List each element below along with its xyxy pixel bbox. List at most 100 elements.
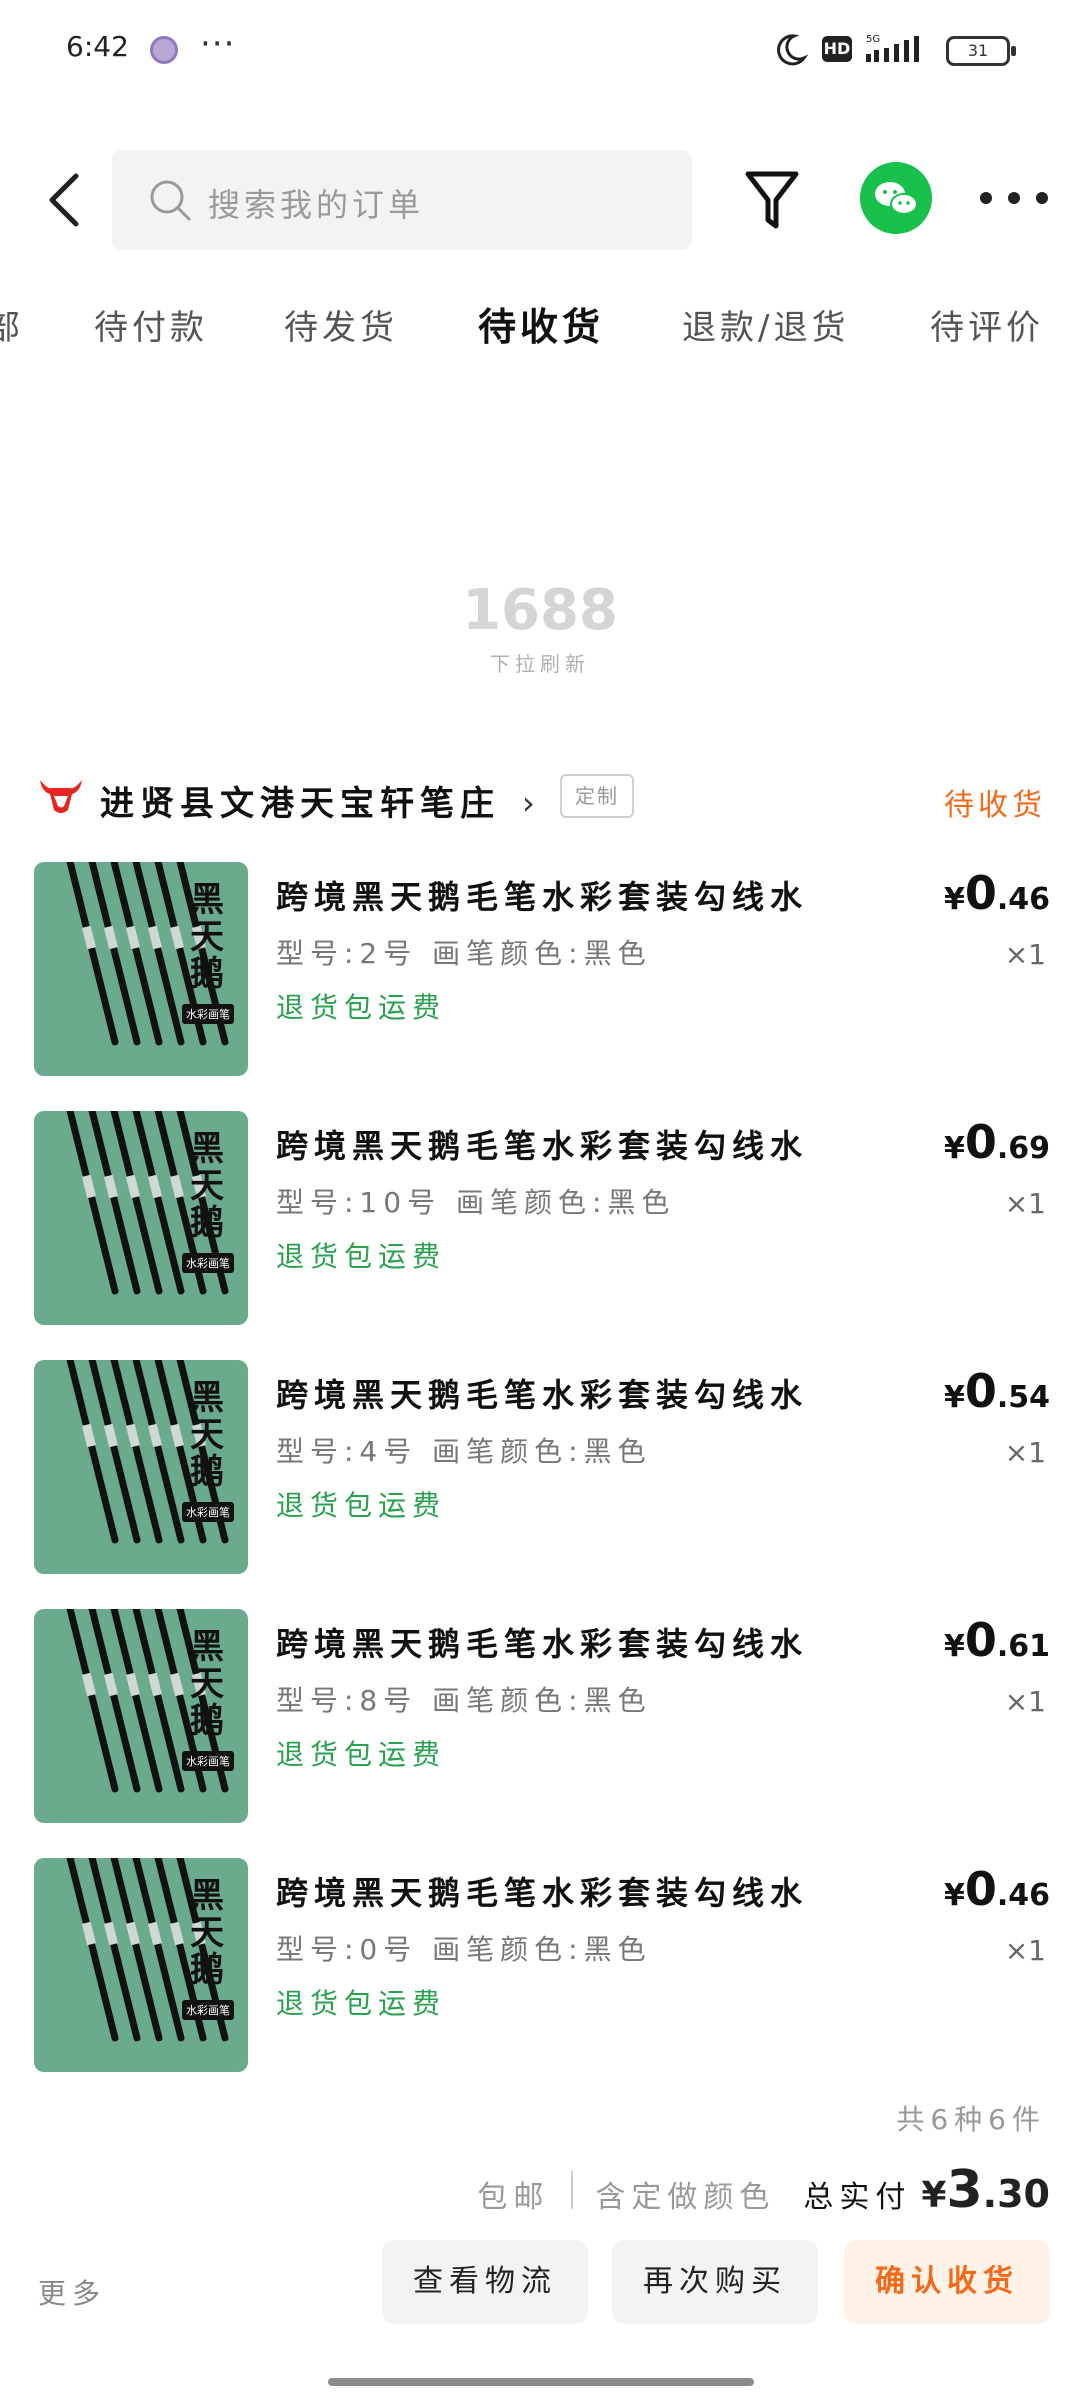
thumbnail-brand: 黑天鹅 — [190, 1627, 224, 1741]
item-count: 共6种6件 — [896, 2103, 1046, 2136]
order-total: 包邮 含定做颜色 总实付 ¥ 3 .30 — [477, 2160, 1050, 2220]
product-quantity: ×1 — [1004, 938, 1046, 971]
price-currency: ¥ — [943, 1131, 965, 1166]
product-row[interactable]: 黑天鹅 水彩画笔 跨境黑天鹅毛笔水彩套装勾线水型号:10号 画笔颜色:黑色 退货包运费… — [0, 1111, 1080, 1331]
product-spec: 型号:8号 画笔颜色:黑色 — [276, 1684, 652, 1717]
return-shipping-badge: 退货包运费 — [276, 1738, 447, 1771]
store-logo-icon — [40, 780, 82, 813]
price-currency: ¥ — [943, 1380, 965, 1415]
product-price: ¥0.61 — [944, 1613, 1050, 1667]
product-price: ¥0.46 — [944, 866, 1050, 920]
total-paid-label: 总实付 — [803, 2180, 912, 2215]
status-more-icon: ··· — [200, 24, 236, 64]
more-link[interactable]: 更多 — [38, 2272, 106, 2312]
thumbnail-brand: 黑天鹅 — [190, 1378, 224, 1492]
tab-refund-return[interactable]: 退款/退货 — [682, 300, 849, 349]
thumbnail-brand: 黑天鹅 — [190, 1129, 224, 1243]
view-logistics-button[interactable]: 查看物流 — [382, 2240, 588, 2324]
tab-pending-shipment[interactable]: 待发货 — [284, 300, 398, 349]
total-integer: 3 — [946, 2160, 983, 2220]
product-spec: 型号:4号 画笔颜色:黑色 — [276, 1435, 652, 1468]
thumbnail-subtitle: 水彩画笔 — [182, 1751, 234, 1771]
more-dots-icon[interactable] — [976, 180, 1052, 210]
confirm-receipt-button[interactable]: 确认收货 — [844, 2240, 1050, 2324]
product-price: ¥0.69 — [944, 1115, 1050, 1169]
product-title[interactable]: 跨境黑天鹅毛笔水彩套装勾线水 — [276, 1121, 808, 1167]
home-indicator[interactable] — [328, 2378, 754, 2386]
top-bar: 搜索我的订单 — [0, 140, 1080, 260]
product-thumbnail[interactable]: 黑天鹅 水彩画笔 — [34, 1360, 248, 1574]
product-title[interactable]: 跨境黑天鹅毛笔水彩套装勾线水 — [276, 1868, 808, 1914]
return-shipping-badge: 退货包运费 — [276, 1987, 447, 2020]
product-row[interactable]: 黑天鹅 水彩画笔 跨境黑天鹅毛笔水彩套装勾线水 型号:8号 画笔颜色:黑色 退货包运费 ¥… — [0, 1609, 1080, 1829]
product-row[interactable]: 黑天鹅 水彩画笔 跨境黑天鹅毛笔水彩套装勾线水 型号:4号 画笔颜色:黑色 退货包运费 ¥… — [0, 1360, 1080, 1580]
product-title[interactable]: 跨境黑天鹅毛笔水彩套装勾线水 — [276, 872, 808, 918]
price-decimal: .46 — [996, 1878, 1050, 1913]
product-spec: 型号:0号 画笔颜色:黑色 — [276, 1933, 652, 1966]
price-currency: ¥ — [943, 882, 965, 917]
product-spec: 型号:10号 画笔颜色:黑色 — [276, 1186, 676, 1219]
product-quantity: ×1 — [1004, 1685, 1046, 1718]
app-notification-icon — [150, 36, 178, 64]
thumbnail-subtitle: 水彩画笔 — [182, 1502, 234, 1522]
product-price: ¥0.54 — [944, 1364, 1050, 1418]
price-integer: 0 — [964, 1364, 997, 1418]
price-currency: ¥ — [943, 1629, 965, 1664]
price-integer: 0 — [964, 1613, 997, 1667]
signal-icon: 5G — [866, 34, 919, 62]
network-label: 5G — [866, 34, 880, 45]
tab-all[interactable]: 部 — [0, 300, 24, 349]
thumbnail-brand: 黑天鹅 — [190, 1876, 224, 1990]
product-quantity: ×1 — [1004, 1436, 1046, 1469]
divider — [571, 2171, 574, 2209]
store-header[interactable]: 进贤县文港天宝轩笔庄 › 定制 待收货 — [0, 770, 1080, 840]
product-quantity: ×1 — [1004, 1187, 1046, 1220]
order-status: 待收货 — [944, 788, 1046, 823]
back-arrow-icon[interactable] — [38, 168, 88, 232]
wechat-button[interactable] — [860, 162, 932, 234]
return-shipping-badge: 退货包运费 — [276, 1240, 447, 1273]
refresh-hint: 下拉刷新 — [490, 652, 590, 676]
chevron-right-icon[interactable]: › — [522, 784, 535, 822]
return-shipping-badge: 退货包运费 — [276, 991, 447, 1024]
custom-tag: 定制 — [560, 774, 634, 818]
rebuy-button[interactable]: 再次购买 — [612, 2240, 818, 2324]
return-shipping-badge: 退货包运费 — [276, 1489, 447, 1522]
product-thumbnail[interactable]: 黑天鹅 水彩画笔 — [34, 1111, 248, 1325]
tab-pending-review[interactable]: 待评价 — [930, 300, 1044, 349]
hd-badge: HD — [822, 36, 852, 62]
product-thumbnail[interactable]: 黑天鹅 水彩画笔 — [34, 1858, 248, 2072]
search-icon — [150, 180, 191, 221]
refresh-logo: 1688 — [462, 578, 618, 643]
tab-pending-payment[interactable]: 待付款 — [94, 300, 208, 349]
filter-icon[interactable] — [742, 168, 802, 232]
product-thumbnail[interactable]: 黑天鹅 水彩画笔 — [34, 1609, 248, 1823]
thumbnail-subtitle: 水彩画笔 — [182, 1004, 234, 1024]
search-placeholder: 搜索我的订单 — [208, 186, 425, 224]
product-spec: 型号:2号 画笔颜色:黑色 — [276, 937, 652, 970]
price-decimal: .54 — [996, 1380, 1050, 1415]
product-title[interactable]: 跨境黑天鹅毛笔水彩套装勾线水 — [276, 1370, 808, 1416]
product-row[interactable]: 黑天鹅 水彩画笔 跨境黑天鹅毛笔水彩套装勾线水 型号:0号 画笔颜色:黑色 退货包运费 ¥… — [0, 1858, 1080, 2078]
tab-pending-receipt[interactable]: 待收货 — [478, 300, 604, 351]
status-time: 6:42 — [66, 30, 129, 63]
search-input[interactable]: 搜索我的订单 — [112, 150, 692, 250]
price-integer: 0 — [964, 1115, 997, 1169]
price-decimal: .46 — [996, 882, 1050, 917]
product-thumbnail[interactable]: 黑天鹅 水彩画笔 — [34, 862, 248, 1076]
product-quantity: ×1 — [1004, 1934, 1046, 1967]
price-integer: 0 — [964, 1862, 997, 1916]
order-tabs: 部 待付款 待发货 待收货 退款/退货 待评价 — [0, 300, 1080, 370]
moon-icon — [777, 34, 808, 66]
battery-icon: 31 — [946, 36, 1016, 66]
store-name[interactable]: 进贤县文港天宝轩笔庄 — [100, 776, 500, 825]
status-bar: 6:42 ··· HD 5G 31 — [0, 0, 1080, 100]
product-row[interactable]: 黑天鹅 水彩画笔 跨境黑天鹅毛笔水彩套装勾线水 型号:2号 画笔颜色:黑色 退货包运费 ¥… — [0, 862, 1080, 1082]
wechat-icon — [875, 182, 918, 215]
price-decimal: .61 — [996, 1629, 1050, 1664]
shipping-label: 包邮 — [477, 2180, 550, 2215]
thumbnail-brand: 黑天鹅 — [190, 880, 224, 994]
thumbnail-subtitle: 水彩画笔 — [182, 2000, 234, 2020]
total-decimal: .30 — [982, 2172, 1050, 2216]
product-title[interactable]: 跨境黑天鹅毛笔水彩套装勾线水 — [276, 1619, 808, 1665]
